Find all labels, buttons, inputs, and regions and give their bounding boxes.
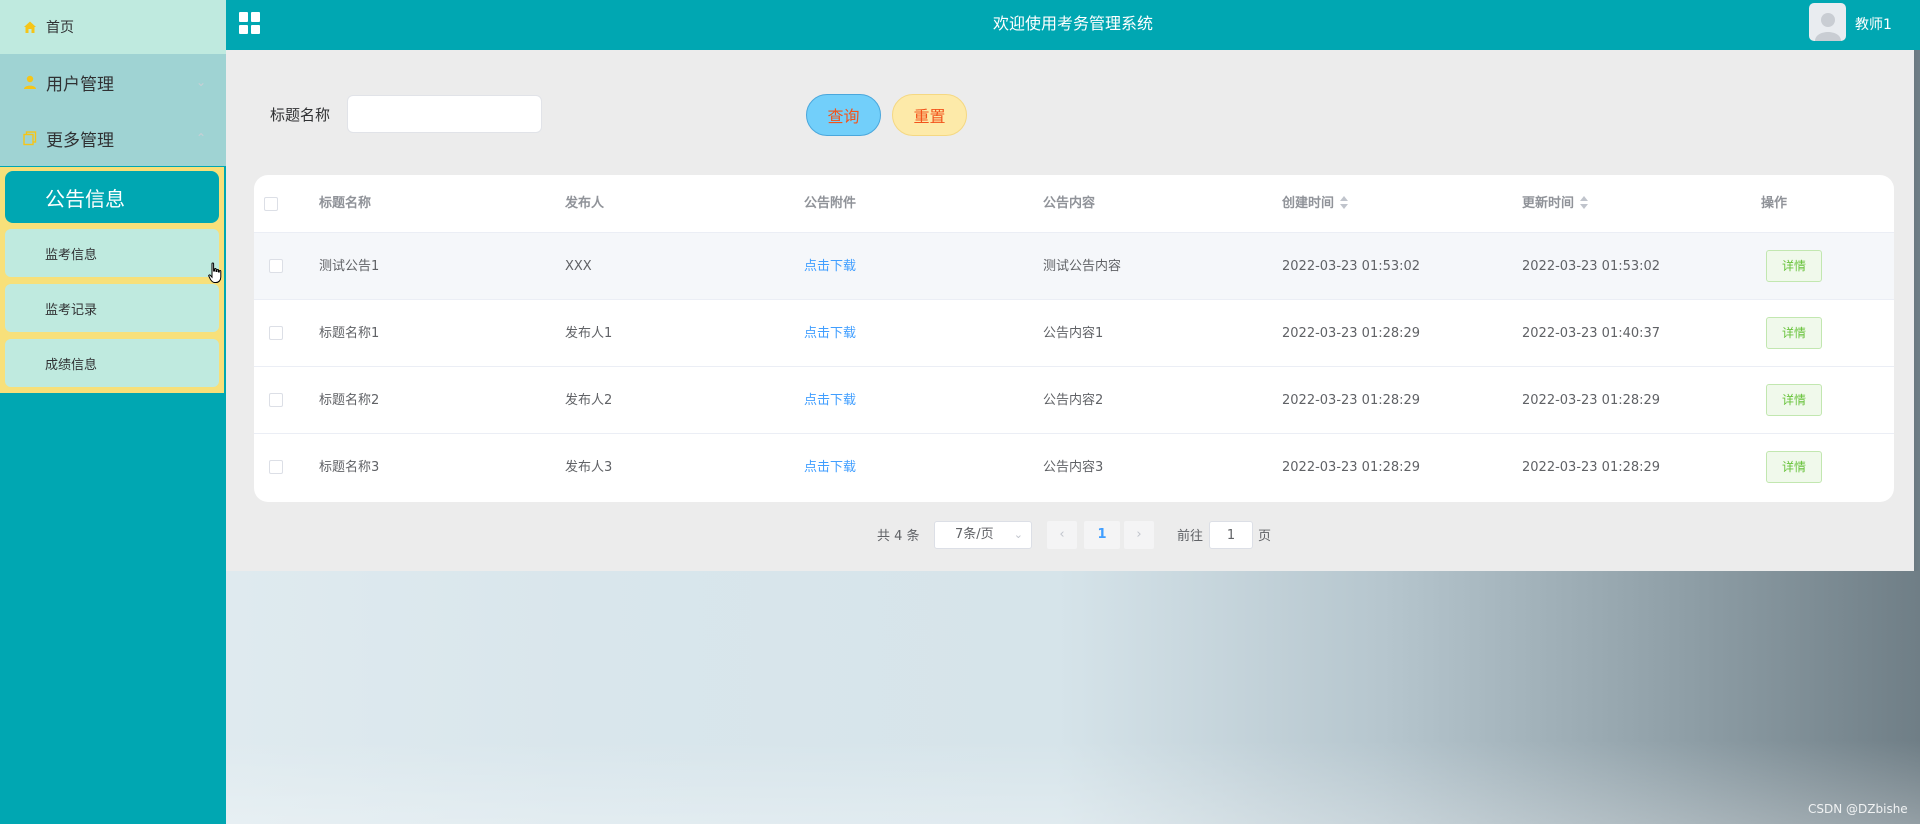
cell-updated: 2022-03-23 01:28:29 — [1522, 393, 1661, 408]
chevron-left-icon: ‹ — [1059, 527, 1065, 542]
query-button[interactable]: 查询 — [806, 94, 881, 136]
cell-publisher: 发布人3 — [565, 460, 613, 475]
detail-button[interactable]: 详情 — [1766, 384, 1822, 416]
sort-icon[interactable] — [1340, 195, 1349, 210]
reset-button[interactable]: 重置 — [892, 94, 967, 136]
sidebar-item-home[interactable]: 首页 — [0, 0, 226, 54]
sidebar-item-announcements[interactable]: 公告信息 — [5, 171, 219, 223]
user-icon — [24, 75, 36, 89]
page-background-glow — [226, 740, 1920, 824]
cell-title: 标题名称2 — [319, 393, 380, 408]
download-link[interactable]: 点击下载 — [804, 367, 856, 434]
goto-page-input[interactable] — [1209, 521, 1253, 549]
sidebar-group-user-management[interactable]: 用户管理 ⌄ — [0, 54, 226, 110]
home-icon — [24, 21, 36, 33]
column-header-updated[interactable]: 更新时间 — [1522, 175, 1589, 233]
chevron-up-icon: ⌃ — [195, 131, 206, 145]
chevron-down-icon: ⌄ — [195, 75, 206, 89]
sidebar-item-grades[interactable]: 成绩信息 — [5, 339, 219, 387]
detail-button[interactable]: 详情 — [1766, 451, 1822, 483]
page-size-value: 7条/页 — [955, 527, 994, 542]
table-row: 标题名称1 发布人1 点击下载 公告内容1 2022-03-23 01:28:2… — [254, 300, 1894, 367]
pagination-goto-label: 前往 — [1177, 529, 1204, 544]
column-header-created[interactable]: 创建时间 — [1282, 175, 1349, 233]
sidebar-item-proctor-info[interactable]: 监考信息 — [5, 229, 219, 277]
watermark: CSDN @DZbishe — [1808, 802, 1908, 816]
sidebar-item-label: 监考记录 — [45, 302, 98, 318]
cell-content: 公告内容2 — [1043, 393, 1104, 408]
pagination-page-suffix: 页 — [1258, 529, 1272, 544]
column-header-attachment: 公告附件 — [804, 196, 857, 211]
prev-page-button[interactable]: ‹ — [1047, 521, 1077, 549]
cell-created: 2022-03-23 01:28:29 — [1282, 393, 1421, 408]
page-title: 欢迎使用考务管理系统 — [992, 14, 1153, 33]
sidebar-item-label: 公告信息 — [45, 186, 125, 211]
main-content-shadow — [1914, 50, 1920, 571]
next-page-button[interactable]: › — [1124, 521, 1154, 549]
select-all-checkbox[interactable] — [264, 197, 278, 211]
table-row: 标题名称3 发布人3 点击下载 公告内容3 2022-03-23 01:28:2… — [254, 434, 1894, 501]
detail-button[interactable]: 详情 — [1766, 250, 1822, 282]
page-number-current[interactable]: 1 — [1084, 521, 1120, 549]
user-avatar-icon — [1814, 13, 1841, 41]
column-header-publisher: 发布人 — [565, 196, 605, 211]
cell-updated: 2022-03-23 01:28:29 — [1522, 460, 1661, 475]
sidebar-item-home-label: 首页 — [46, 20, 74, 36]
sort-icon[interactable] — [1580, 195, 1589, 210]
chevron-down-icon: ⌄ — [1013, 528, 1023, 541]
cell-content: 公告内容1 — [1043, 326, 1104, 341]
column-header-actions: 操作 — [1761, 196, 1788, 211]
sidebar-group-more-management[interactable]: 更多管理 ⌃ — [0, 110, 226, 166]
mouse-pointer-hand-icon — [208, 262, 222, 283]
download-link[interactable]: 点击下载 — [804, 434, 856, 501]
cell-content: 公告内容3 — [1043, 460, 1104, 475]
cell-content: 测试公告内容 — [1043, 259, 1122, 274]
sidebar-item-proctor-records[interactable]: 监考记录 — [5, 284, 219, 332]
sidebar: 首页 用户管理 ⌄ 更多管理 ⌃ 公告信息 监考信息 监考记录 成绩信息 — [0, 0, 226, 824]
search-title-input[interactable] — [347, 95, 542, 133]
cell-updated: 2022-03-23 01:40:37 — [1522, 326, 1661, 341]
chevron-right-icon: › — [1136, 527, 1142, 542]
cell-updated: 2022-03-23 01:53:02 — [1522, 259, 1661, 274]
cell-publisher: 发布人2 — [565, 393, 613, 408]
avatar[interactable] — [1809, 3, 1846, 41]
cell-title: 标题名称3 — [319, 460, 380, 475]
column-header-label: 更新时间 — [1522, 196, 1575, 211]
cell-created: 2022-03-23 01:28:29 — [1282, 326, 1421, 341]
user-name[interactable]: 教师1 — [1855, 14, 1892, 34]
row-checkbox[interactable] — [269, 259, 283, 273]
table-header: 标题名称 发布人 公告附件 公告内容 创建时间 更新时间 操作 — [254, 175, 1894, 233]
search-title-label: 标题名称 — [270, 106, 331, 124]
row-checkbox[interactable] — [269, 393, 283, 407]
cell-created: 2022-03-23 01:53:02 — [1282, 259, 1421, 274]
column-header-content: 公告内容 — [1043, 196, 1096, 211]
cell-publisher: XXX — [565, 259, 592, 274]
row-checkbox[interactable] — [269, 460, 283, 474]
download-link[interactable]: 点击下载 — [804, 233, 856, 300]
column-header-title: 标题名称 — [319, 196, 372, 211]
cell-publisher: 发布人1 — [565, 326, 613, 341]
detail-button[interactable]: 详情 — [1766, 317, 1822, 349]
cell-title: 测试公告1 — [319, 259, 380, 274]
sidebar-group-label: 用户管理 — [46, 74, 114, 95]
cell-title: 标题名称1 — [319, 326, 380, 341]
row-checkbox[interactable] — [269, 326, 283, 340]
pagination-total: 共 4 条 — [877, 529, 920, 544]
sidebar-group-label: 更多管理 — [46, 130, 114, 151]
page-size-select[interactable]: 7条/页 ⌄ — [934, 521, 1032, 549]
sidebar-item-label: 监考信息 — [45, 247, 98, 263]
table-row: 标题名称2 发布人2 点击下载 公告内容2 2022-03-23 01:28:2… — [254, 367, 1894, 434]
table-row: 测试公告1 XXX 点击下载 测试公告内容 2022-03-23 01:53:0… — [254, 233, 1894, 300]
download-link[interactable]: 点击下载 — [804, 300, 856, 367]
sidebar-item-label: 成绩信息 — [45, 357, 98, 373]
cell-created: 2022-03-23 01:28:29 — [1282, 460, 1421, 475]
copy-icon — [23, 131, 37, 146]
column-header-label: 创建时间 — [1282, 196, 1335, 211]
announcement-table: 标题名称 发布人 公告附件 公告内容 创建时间 更新时间 操作 测试公告1 XX… — [254, 175, 1894, 502]
